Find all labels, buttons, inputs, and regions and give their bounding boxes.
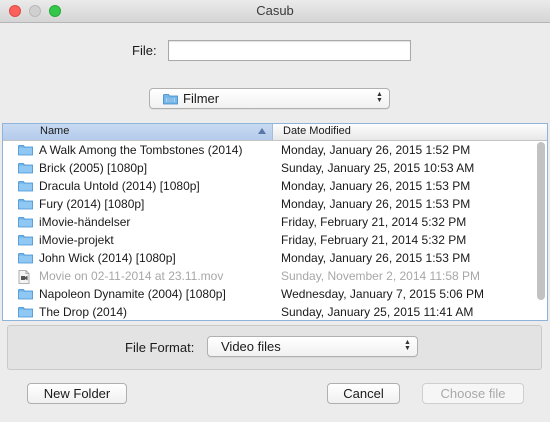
file-name: iMovie-projekt bbox=[39, 233, 114, 247]
title-bar[interactable]: Casub bbox=[0, 0, 550, 23]
location-popup[interactable]: Filmer ▲ ▼ bbox=[149, 88, 390, 109]
file-list-row: Movie on 02-11-2014 at 23.11.mov Sunday, … bbox=[3, 268, 533, 286]
folder-icon bbox=[18, 252, 33, 267]
folder-icon bbox=[18, 234, 33, 249]
list-header: Name Date Modified bbox=[3, 124, 547, 141]
folder-icon bbox=[18, 144, 33, 159]
folder-icon bbox=[18, 288, 33, 303]
file-name: Dracula Untold (2014) [1080p] bbox=[39, 179, 200, 193]
file-format-label: File Format: bbox=[125, 340, 195, 355]
choose-file-button[interactable]: Choose file bbox=[422, 383, 524, 404]
file-format-popup[interactable]: Video files ▲ ▼ bbox=[207, 336, 418, 357]
location-popup-label: Filmer bbox=[183, 91, 220, 106]
folder-icon bbox=[18, 198, 33, 213]
file-list-row[interactable]: The Drop (2014) Sunday, January 25, 2015 … bbox=[3, 304, 533, 320]
file-list[interactable]: Name Date Modified A Walk Among the Tomb… bbox=[2, 123, 548, 321]
folder-icon bbox=[18, 216, 33, 231]
sort-ascending-icon bbox=[258, 128, 266, 134]
file-list-row[interactable]: iMovie-händelser Friday, February 21, 201… bbox=[3, 214, 533, 232]
file-name: John Wick (2014) [1080p] bbox=[39, 251, 176, 265]
folder-icon bbox=[18, 180, 33, 195]
file-format-popup-label: Video files bbox=[221, 339, 281, 354]
file-label: File: bbox=[132, 43, 157, 58]
file-list-row[interactable]: Brick (2005) [1080p] Sunday, January 25, … bbox=[3, 160, 533, 178]
cancel-button[interactable]: Cancel bbox=[327, 383, 400, 404]
folder-icon bbox=[18, 162, 33, 177]
file-list-row[interactable]: Napoleon Dynamite (2004) [1080p] Wednesda… bbox=[3, 286, 533, 304]
popup-arrows-icon: ▲ ▼ bbox=[376, 91, 383, 104]
file-name: A Walk Among the Tombstones (2014) bbox=[39, 143, 243, 157]
popup-arrows-icon: ▲ ▼ bbox=[404, 339, 411, 352]
file-list-row[interactable]: iMovie-projekt Friday, February 21, 2014 … bbox=[3, 232, 533, 250]
date-modified: Monday, January 26, 2015 1:53 PM bbox=[281, 179, 471, 193]
movie-file-icon bbox=[18, 270, 30, 287]
file-chooser-dialog: Casub File: Filmer ▲ ▼ Name Date Modified… bbox=[0, 0, 550, 422]
folder-icon bbox=[18, 306, 33, 320]
date-modified: Friday, February 21, 2014 5:32 PM bbox=[281, 233, 467, 247]
file-name: Movie on 02-11-2014 at 23.11.mov bbox=[39, 269, 224, 283]
column-header-date-modified[interactable]: Date Modified bbox=[283, 125, 351, 137]
file-list-row[interactable]: Fury (2014) [1080p] Monday, January 26, 2… bbox=[3, 196, 533, 214]
file-name-input[interactable] bbox=[168, 40, 411, 61]
new-folder-button[interactable]: New Folder bbox=[27, 383, 127, 404]
column-header-name[interactable]: Name bbox=[3, 124, 273, 140]
date-modified: Wednesday, January 7, 2015 5:06 PM bbox=[281, 287, 485, 301]
date-modified: Sunday, November 2, 2014 11:58 PM bbox=[281, 269, 481, 283]
date-modified: Sunday, January 25, 2015 10:53 AM bbox=[281, 161, 475, 175]
file-list-row[interactable]: John Wick (2014) [1080p] Monday, January … bbox=[3, 250, 533, 268]
date-modified: Friday, February 21, 2014 5:32 PM bbox=[281, 215, 467, 229]
file-list-row[interactable]: Dracula Untold (2014) [1080p] Monday, Jan… bbox=[3, 178, 533, 196]
vertical-scrollbar[interactable] bbox=[537, 142, 545, 300]
file-list-row[interactable]: A Walk Among the Tombstones (2014) Monday… bbox=[3, 142, 533, 160]
date-modified: Monday, January 26, 2015 1:52 PM bbox=[281, 143, 471, 157]
file-name: Brick (2005) [1080p] bbox=[39, 161, 148, 175]
date-modified: Monday, January 26, 2015 1:53 PM bbox=[281, 197, 471, 211]
file-name: The Drop (2014) bbox=[39, 305, 128, 319]
file-name: Fury (2014) [1080p] bbox=[39, 197, 145, 211]
file-name: Napoleon Dynamite (2004) [1080p] bbox=[39, 287, 226, 301]
folder-icon bbox=[163, 93, 178, 108]
column-header-name-label: Name bbox=[40, 125, 70, 137]
window-title: Casub bbox=[256, 3, 294, 18]
date-modified: Monday, January 26, 2015 1:53 PM bbox=[281, 251, 471, 265]
file-name: iMovie-händelser bbox=[39, 215, 131, 229]
date-modified: Sunday, January 25, 2015 11:41 AM bbox=[281, 305, 474, 319]
